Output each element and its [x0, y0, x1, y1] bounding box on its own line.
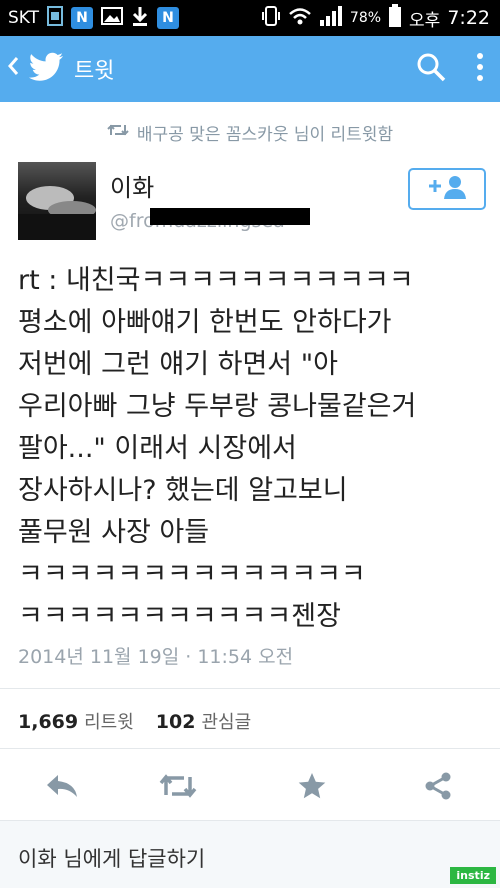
- tweet-action-bar: [0, 760, 500, 810]
- sim-icon: [47, 5, 64, 31]
- tweet-line: ㅋㅋㅋㅋㅋㅋㅋㅋㅋㅋㅋ젠장: [18, 601, 341, 632]
- tweet-timestamp: 2014년 11월 19일 · 11:54 오전: [18, 646, 294, 668]
- tweet-line: 팔아..." 이래서 시장에서: [18, 433, 297, 464]
- battery-percent: 78%: [349, 10, 382, 26]
- download-icon: [131, 5, 149, 32]
- favorite-count-label[interactable]: 관심글: [201, 708, 251, 734]
- overflow-menu-icon[interactable]: [476, 52, 484, 86]
- share-icon[interactable]: [418, 768, 458, 804]
- tweet-line: rt : 내친국ㅋㅋㅋㅋㅋㅋㅋㅋㅋㅋㅋ: [18, 265, 414, 296]
- twitter-bird-icon[interactable]: [28, 52, 64, 86]
- retweet-icon: [107, 122, 129, 142]
- clock: 7:22: [447, 7, 490, 29]
- tweet-line: 장사하시나? 했는데 알고보니: [18, 475, 348, 506]
- redaction-bar: [150, 208, 310, 225]
- retweet-notice-text: 배구공 맞은 꼼스카웃 님이 리트윗함: [136, 124, 394, 145]
- app-bar: 트윗: [0, 36, 500, 102]
- retweet-notice[interactable]: 배구공 맞은 꼼스카웃 님이 리트윗함: [0, 112, 500, 152]
- tweet-line: 우리아빠 그냥 두부랑 콩나물같은거: [18, 391, 417, 422]
- retweet-count[interactable]: 1,669: [18, 711, 78, 733]
- naver-icon: N: [71, 7, 94, 29]
- signal-icon: [319, 5, 343, 32]
- follow-button[interactable]: [408, 168, 486, 210]
- follow-user-icon: [427, 174, 467, 204]
- tweet-line: 풀무원 사장 아들: [18, 517, 210, 548]
- reply-box[interactable]: 이화 님에게 답글하기 instiz: [0, 821, 500, 888]
- page-title: 트윗: [74, 59, 115, 84]
- avatar[interactable]: [18, 162, 96, 240]
- status-bar: SKT N N 78% 오후 7:22: [0, 0, 500, 36]
- divider: [0, 688, 500, 689]
- tweet-line: 평소에 아빠얘기 한번도 안하다가: [18, 307, 392, 338]
- author-name[interactable]: 이화: [110, 168, 154, 203]
- divider: [0, 748, 500, 749]
- reply-input[interactable]: 이화 님에게 답글하기: [18, 843, 205, 873]
- ampm-label: 오후: [409, 10, 441, 31]
- carrier-label: SKT: [8, 8, 40, 28]
- vibrate-icon: [261, 5, 281, 32]
- reply-icon[interactable]: [42, 768, 82, 804]
- watermark: instiz: [450, 867, 496, 884]
- tweet-line: ㅋㅋㅋㅋㅋㅋㅋㅋㅋㅋㅋㅋㅋㅋ: [18, 559, 366, 590]
- tweet-text: rt : 내친국ㅋㅋㅋㅋㅋㅋㅋㅋㅋㅋㅋ 평소에 아빠얘기 한번도 안하다가 저번…: [18, 260, 488, 638]
- favorite-star-icon[interactable]: [292, 768, 332, 804]
- battery-icon: [388, 3, 402, 33]
- wifi-icon: [288, 6, 312, 31]
- naver-icon: N: [157, 7, 180, 29]
- retweet-count-label[interactable]: 리트윗: [84, 708, 134, 734]
- gallery-icon: [101, 6, 124, 31]
- retweet-icon[interactable]: [158, 768, 198, 804]
- favorite-count[interactable]: 102: [156, 711, 196, 733]
- back-icon[interactable]: [6, 54, 24, 84]
- search-icon[interactable]: [416, 52, 446, 86]
- tweet-stats: 1,669 리트윗 102 관심글: [18, 708, 267, 734]
- tweet-line: 저번에 그런 얘기 하면서 "아: [18, 349, 338, 380]
